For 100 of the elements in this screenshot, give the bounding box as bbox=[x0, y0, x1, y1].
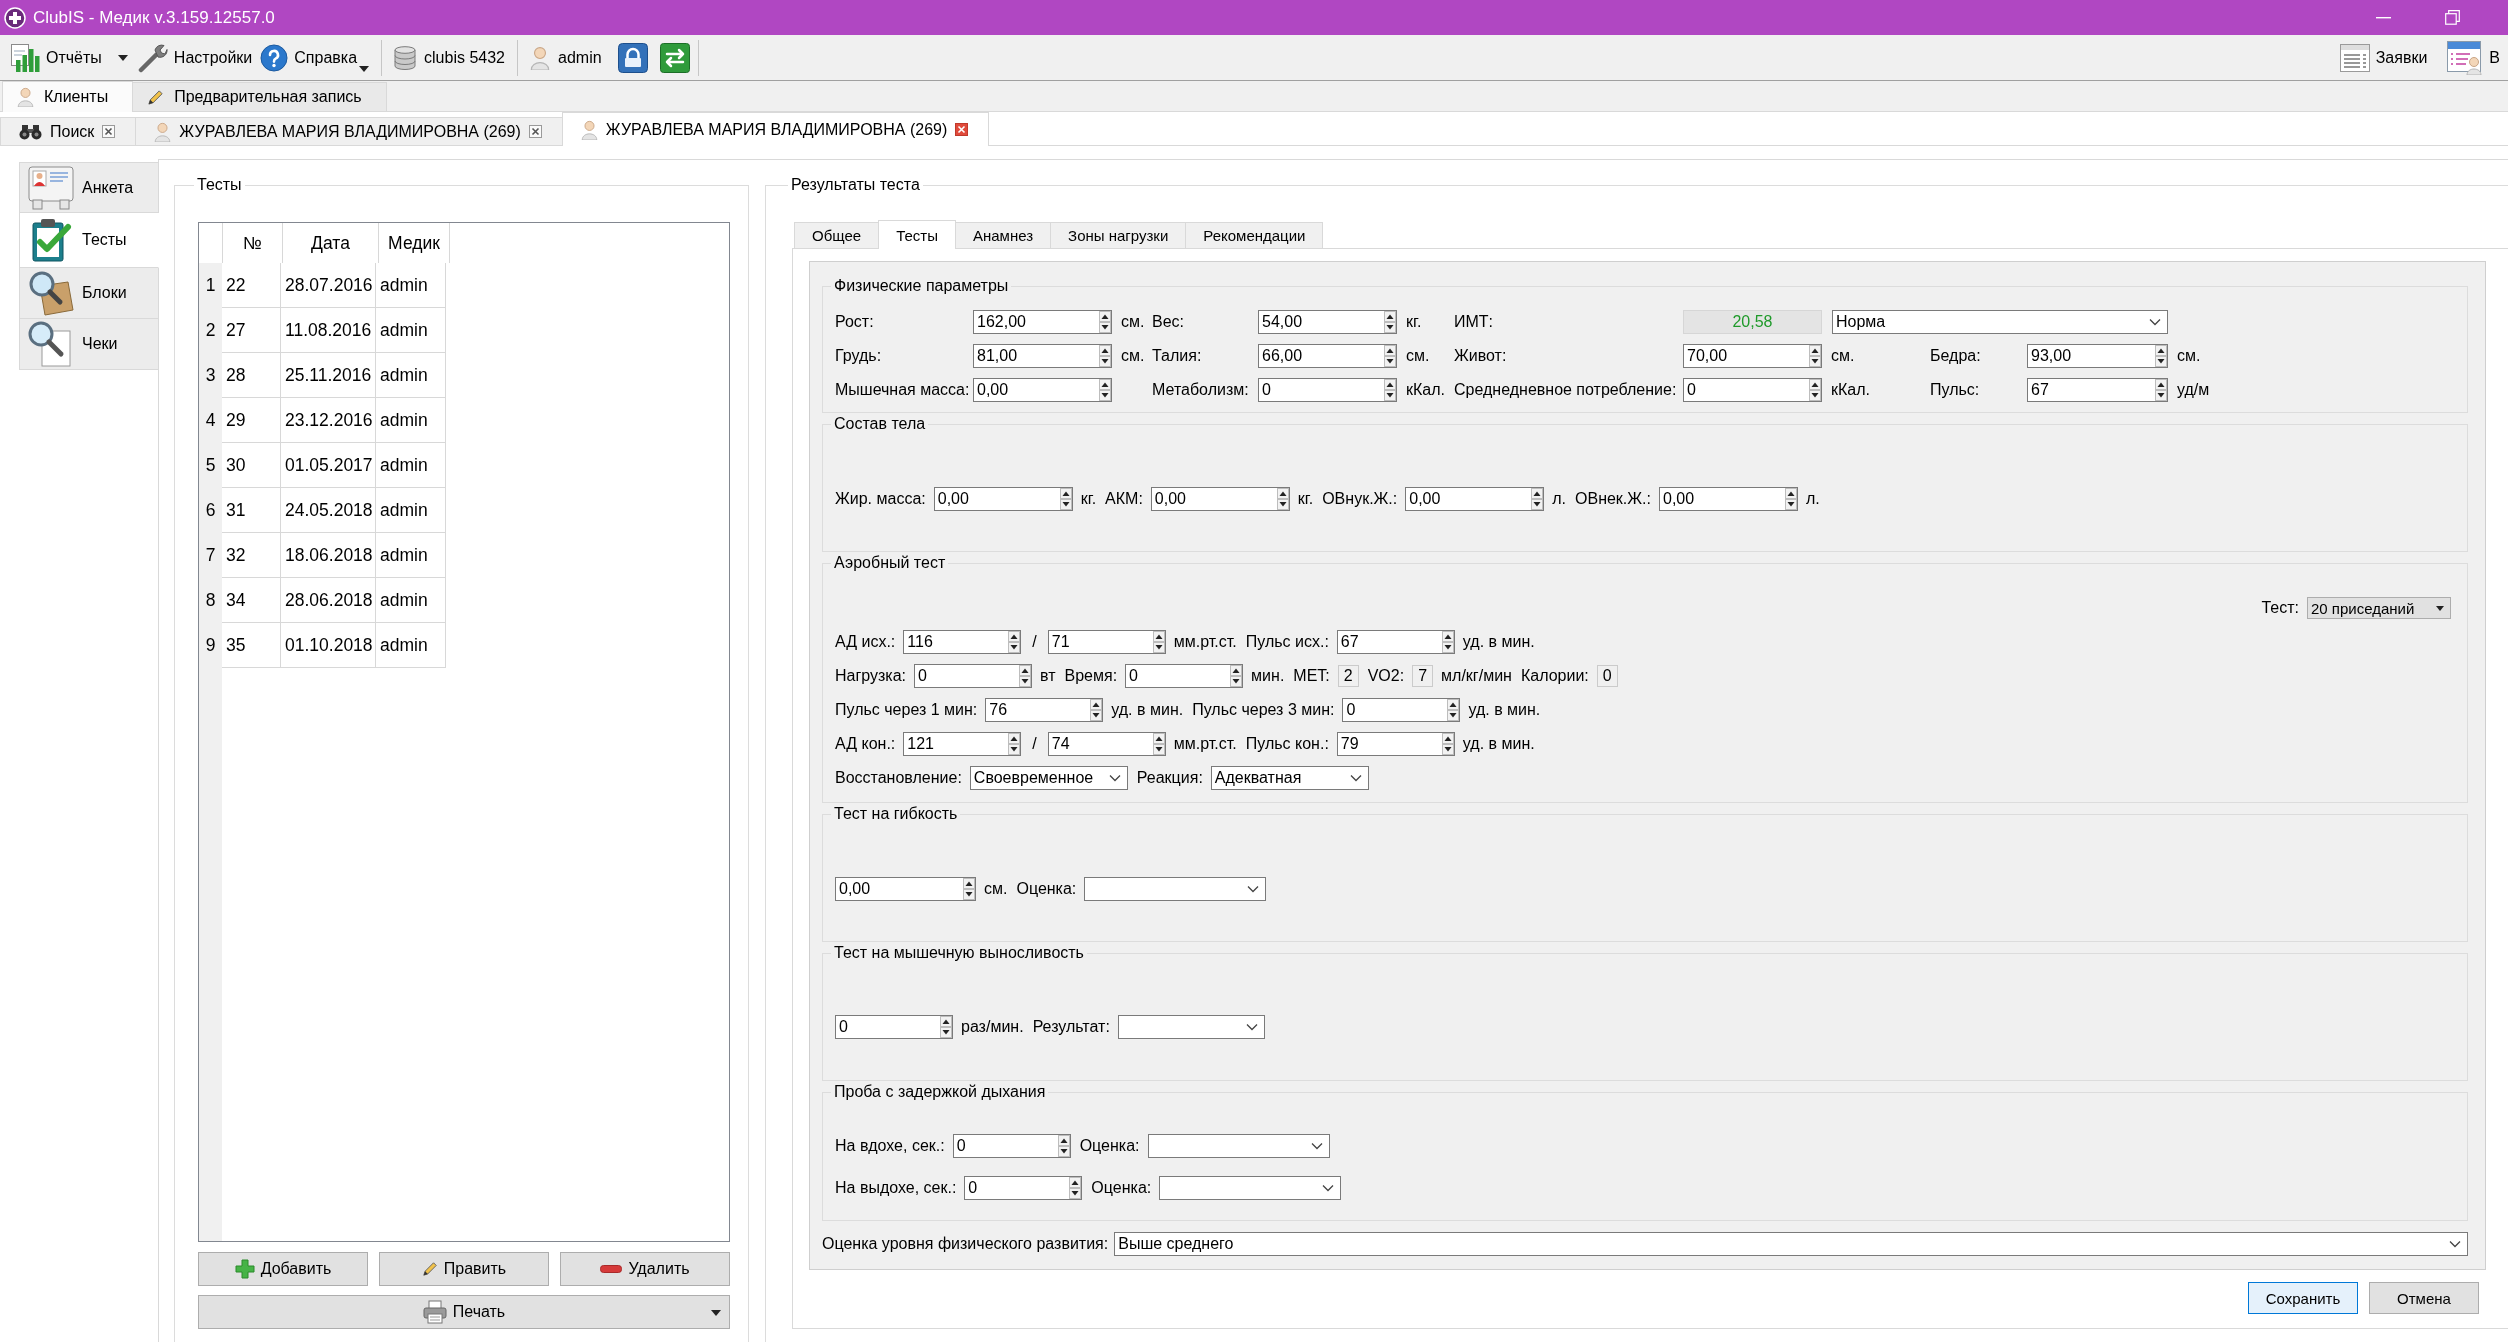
spin-box[interactable]: 0 bbox=[952, 1134, 1071, 1158]
spinner-arrows-icon[interactable] bbox=[1441, 631, 1454, 653]
spinner-arrows-icon[interactable] bbox=[2155, 379, 2167, 401]
spin-box[interactable]: 66,00 bbox=[1258, 344, 1397, 368]
spinner-arrows-icon[interactable] bbox=[1441, 733, 1454, 755]
spin-box[interactable]: 162,00 bbox=[973, 310, 1112, 334]
spinner-arrows-icon[interactable] bbox=[1008, 631, 1021, 653]
tab[interactable]: Тесты bbox=[878, 220, 956, 249]
spin-box[interactable]: 71 bbox=[1047, 630, 1166, 654]
spin-box[interactable]: 121 bbox=[903, 732, 1022, 756]
dropdown[interactable]: Выше среднего bbox=[1114, 1232, 2468, 1256]
spinner-arrows-icon[interactable] bbox=[1152, 733, 1165, 755]
spinner-arrows-icon[interactable] bbox=[1069, 1177, 1082, 1199]
table-row[interactable]: 2 27 11.08.2016 admin bbox=[199, 308, 729, 353]
sidebar-item[interactable]: Блоки bbox=[19, 268, 159, 319]
spinner-arrows-icon[interactable] bbox=[1152, 631, 1165, 653]
spinner-arrows-icon[interactable] bbox=[1090, 699, 1103, 721]
print-button[interactable]: Печать bbox=[198, 1295, 730, 1329]
sidebar-item[interactable]: Чеки bbox=[19, 319, 159, 370]
close-icon[interactable] bbox=[528, 125, 542, 138]
spin-box[interactable]: 81,00 bbox=[973, 344, 1112, 368]
tab[interactable]: Зоны нагрузки bbox=[1050, 222, 1187, 248]
sidebar-item[interactable]: Анкета bbox=[19, 162, 159, 213]
spinner-arrows-icon[interactable] bbox=[963, 878, 975, 900]
tab[interactable]: Предварительная запись bbox=[132, 82, 387, 111]
spinner-arrows-icon[interactable] bbox=[1230, 665, 1243, 687]
tab[interactable]: Общее bbox=[794, 222, 880, 248]
lock-icon[interactable] bbox=[617, 42, 648, 73]
dropdown[interactable]: Норма bbox=[1832, 310, 2168, 334]
spin-box[interactable]: 0,00 bbox=[1405, 487, 1545, 511]
save-button[interactable]: Сохранить bbox=[2248, 1282, 2358, 1314]
spin-box[interactable]: 0,00 bbox=[933, 487, 1073, 511]
spin-box[interactable]: 74 bbox=[1047, 732, 1166, 756]
restore-icon[interactable] bbox=[2445, 10, 2460, 25]
spinner-arrows-icon[interactable] bbox=[2155, 345, 2167, 367]
cancel-button[interactable]: Отмена bbox=[2369, 1282, 2479, 1314]
dropdown[interactable]: Своевременное bbox=[969, 766, 1128, 790]
spinner-arrows-icon[interactable] bbox=[1384, 311, 1396, 333]
document-tab[interactable]: Поиск bbox=[0, 117, 137, 145]
table-row[interactable]: 8 34 28.06.2018 admin bbox=[199, 578, 729, 623]
minimize-icon[interactable] bbox=[2376, 16, 2391, 19]
tab[interactable]: Анамнез bbox=[954, 222, 1052, 248]
toolbar-button[interactable]: Справка bbox=[256, 37, 374, 78]
spinner-arrows-icon[interactable] bbox=[1809, 345, 1821, 367]
dropdown[interactable] bbox=[1159, 1176, 1342, 1200]
sidebar-item[interactable]: Тесты bbox=[19, 213, 159, 268]
edit-button[interactable]: Править bbox=[379, 1252, 549, 1286]
table-row[interactable]: 7 32 18.06.2018 admin bbox=[199, 533, 729, 578]
delete-button[interactable]: Удалить bbox=[560, 1252, 730, 1286]
toolbar-button[interactable]: Настройки bbox=[133, 37, 257, 78]
spin-box[interactable]: 76 bbox=[985, 698, 1104, 722]
dropdown[interactable] bbox=[1084, 877, 1267, 901]
spinner-arrows-icon[interactable] bbox=[1008, 733, 1021, 755]
spin-box[interactable]: 79 bbox=[1336, 732, 1455, 756]
dropdown[interactable]: 20 приседаний bbox=[2307, 597, 2451, 619]
spin-box[interactable]: 0 bbox=[964, 1176, 1083, 1200]
spin-box[interactable]: 0,00 bbox=[1659, 487, 1798, 511]
table-row[interactable]: 3 28 25.11.2016 admin bbox=[199, 353, 729, 398]
spinner-arrows-icon[interactable] bbox=[1099, 311, 1111, 333]
close-icon[interactable] bbox=[102, 125, 116, 138]
spin-box[interactable]: 0 bbox=[1342, 698, 1461, 722]
add-button[interactable]: Добавить bbox=[198, 1252, 368, 1286]
spin-box[interactable]: 93,00 bbox=[2027, 344, 2168, 368]
spin-box[interactable]: 0 bbox=[1258, 378, 1397, 402]
tab[interactable]: Рекомендации bbox=[1185, 222, 1324, 248]
spin-box[interactable]: 67 bbox=[1336, 630, 1455, 654]
dropdown[interactable] bbox=[1147, 1134, 1330, 1158]
spin-box[interactable]: 70,00 bbox=[1683, 344, 1822, 368]
toolbar-button[interactable]: Отчёты bbox=[6, 37, 106, 78]
spinner-arrows-icon[interactable] bbox=[1019, 665, 1032, 687]
spinner-arrows-icon[interactable] bbox=[1057, 1135, 1070, 1157]
caret-icon[interactable] bbox=[117, 54, 128, 61]
spinner-arrows-icon[interactable] bbox=[1809, 379, 1821, 401]
spin-box[interactable]: 0 bbox=[1125, 664, 1244, 688]
spinner-arrows-icon[interactable] bbox=[1785, 488, 1797, 510]
spin-box[interactable]: 54,00 bbox=[1258, 310, 1397, 334]
toolbar-button[interactable]: Заявки bbox=[2335, 37, 2432, 78]
spinner-arrows-icon[interactable] bbox=[1447, 699, 1460, 721]
document-tab[interactable]: ЖУРАВЛЕВА МАРИЯ ВЛАДИМИРОВНА (269) bbox=[135, 117, 563, 145]
table-row[interactable]: 4 29 23.12.2016 admin bbox=[199, 398, 729, 443]
document-tab[interactable]: ЖУРАВЛЕВА МАРИЯ ВЛАДИМИРОВНА (269) bbox=[561, 112, 990, 146]
spin-box[interactable]: 0,00 bbox=[1150, 487, 1290, 511]
arrows-icon[interactable] bbox=[659, 42, 690, 73]
spinner-arrows-icon[interactable] bbox=[1531, 488, 1544, 510]
table-row[interactable]: 5 30 01.05.2017 admin bbox=[199, 443, 729, 488]
spinner-arrows-icon[interactable] bbox=[1384, 345, 1396, 367]
spin-box[interactable]: 0,00 bbox=[973, 378, 1112, 402]
spinner-arrows-icon[interactable] bbox=[1059, 488, 1072, 510]
tab[interactable]: Клиенты bbox=[2, 81, 134, 112]
spinner-arrows-icon[interactable] bbox=[1276, 488, 1289, 510]
spinner-arrows-icon[interactable] bbox=[1099, 345, 1111, 367]
spin-box[interactable]: 0 bbox=[835, 1015, 953, 1039]
dropdown[interactable]: Адекватная bbox=[1210, 766, 1369, 790]
dropdown[interactable] bbox=[1117, 1015, 1265, 1039]
spinner-arrows-icon[interactable] bbox=[940, 1016, 952, 1038]
table-row[interactable]: 6 31 24.05.2018 admin bbox=[199, 488, 729, 533]
close-icon[interactable] bbox=[955, 123, 969, 136]
spinner-arrows-icon[interactable] bbox=[1099, 379, 1111, 401]
spin-box[interactable]: 0 bbox=[1683, 378, 1822, 402]
toolbar-button[interactable]: В bbox=[2443, 37, 2504, 78]
